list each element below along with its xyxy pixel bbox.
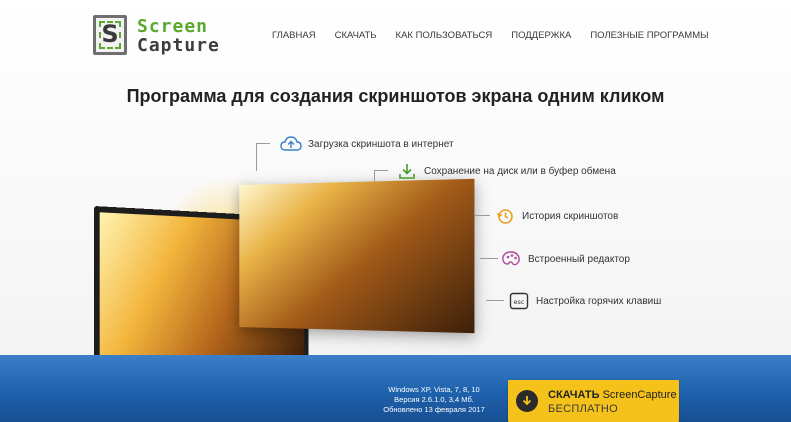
logo-text-screen: Screen xyxy=(137,16,209,37)
download-icon xyxy=(396,161,418,181)
system-requirements: Windows XP, Vista, 7, 8, 10 xyxy=(388,385,480,394)
download-action-label: СКАЧАТЬ xyxy=(548,389,600,401)
palette-icon xyxy=(500,249,522,269)
page-title: Программа для создания скриншотов экрана… xyxy=(126,86,665,106)
callout-line xyxy=(256,143,270,171)
version-info: Версия 2.6.1.0, 3,4 Мб. xyxy=(394,395,474,404)
nav-item-download[interactable]: СКАЧАТЬ xyxy=(335,30,377,41)
nav-item-home[interactable]: ГЛАВНАЯ xyxy=(272,30,316,41)
feature-save: Сохранение на диск или в буфер обмена xyxy=(396,161,616,181)
logo-icon: S xyxy=(93,15,127,55)
download-price-label: БЕСПЛАТНО xyxy=(548,403,619,415)
feature-editor-label: Встроенный редактор xyxy=(528,253,630,265)
svg-text:esc: esc xyxy=(514,298,525,306)
callout-line xyxy=(374,170,388,182)
feature-history: История скриншотов xyxy=(494,206,618,226)
cloud-upload-icon xyxy=(280,134,302,154)
feature-upload: Загрузка скриншота в интернет xyxy=(280,134,454,154)
nav-item-useful-programs[interactable]: ПОЛЕЗНЫЕ ПРОГРАММЫ xyxy=(590,30,708,41)
callout-line xyxy=(486,300,504,301)
download-arrow-icon xyxy=(516,390,538,412)
download-product-label: ScreenCapture xyxy=(602,389,677,401)
feature-upload-label: Загрузка скриншота в интернет xyxy=(308,138,454,150)
feature-editor: Встроенный редактор xyxy=(500,249,630,269)
logo-text-capture: Capture xyxy=(137,35,220,56)
esc-key-icon: esc xyxy=(508,291,530,311)
system-info: Windows XP, Vista, 7, 8, 10 Версия 2.6.1… xyxy=(374,385,494,415)
logo[interactable]: S Screen Capture xyxy=(93,15,223,59)
feature-hotkeys: esc Настройка горячих клавиш xyxy=(508,291,661,311)
main-nav: ГЛАВНАЯ СКАЧАТЬ КАК ПОЛЬЗОВАТЬСЯ ПОДДЕРЖ… xyxy=(272,30,728,41)
feature-hotkeys-label: Настройка горячих клавиш xyxy=(536,295,662,307)
callout-line xyxy=(474,215,490,216)
update-date: Обновлено 13 февраля 2017 xyxy=(383,405,485,414)
feature-save-label: Сохранение на диск или в буфер обмена xyxy=(424,165,616,177)
nav-item-how-to-use[interactable]: КАК ПОЛЬЗОВАТЬСЯ xyxy=(396,30,493,41)
callout-line xyxy=(480,258,498,259)
download-button[interactable]: СКАЧАТЬ ScreenCapture БЕСПЛАТНО xyxy=(508,380,679,422)
feature-history-label: История скриншотов xyxy=(522,210,619,222)
history-icon xyxy=(494,206,516,226)
site-header: S Screen Capture ГЛАВНАЯ СКАЧАТЬ КАК ПОЛ… xyxy=(0,0,791,70)
nav-item-support[interactable]: ПОДДЕРЖКА xyxy=(511,30,571,41)
captured-screenshot-image xyxy=(239,178,475,334)
